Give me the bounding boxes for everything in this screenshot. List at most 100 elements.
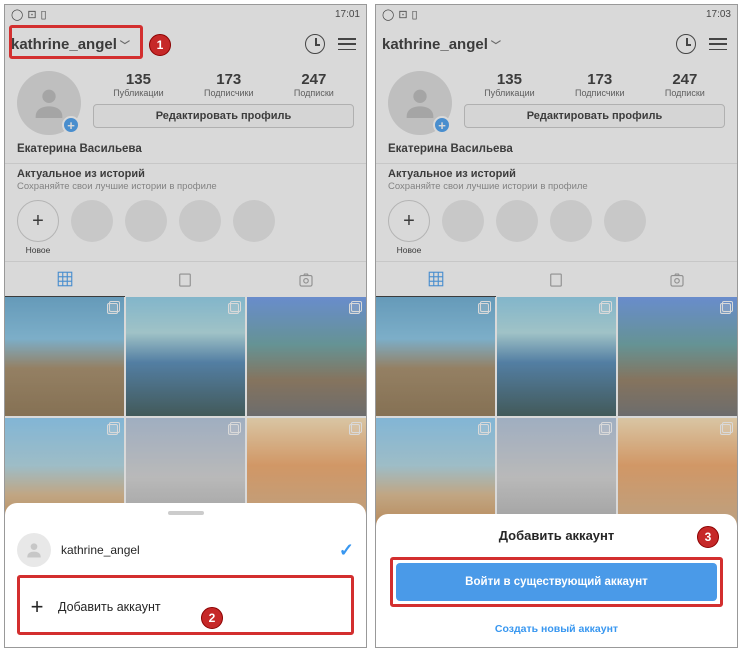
highlight-placeholder: [550, 200, 592, 255]
stat-following[interactable]: 247Подписки: [294, 71, 334, 98]
top-bar: kathrine_angel ﹀: [376, 23, 737, 65]
highlights-title: Актуальное из историй: [388, 168, 725, 180]
clock: 17:01: [335, 9, 360, 20]
person-icon: [400, 83, 440, 123]
plus-icon: +: [388, 200, 430, 242]
post-thumbnail[interactable]: [5, 297, 124, 416]
grid-icon: [56, 270, 74, 288]
top-bar: kathrine_angel ﹀: [5, 23, 366, 65]
carousel-icon: [720, 301, 733, 314]
carousel-icon: [349, 422, 362, 435]
clock: 17:03: [706, 9, 731, 20]
plus-icon: +: [17, 200, 59, 242]
create-account-link[interactable]: Создать новый аккаунт: [388, 623, 725, 635]
feed-icon: [176, 271, 194, 289]
post-thumbnail[interactable]: [497, 297, 616, 416]
tab-grid[interactable]: [5, 262, 125, 297]
carousel-icon: [599, 422, 612, 435]
sheet-handle[interactable]: [168, 511, 204, 515]
hamburger-icon: [338, 38, 356, 50]
account-name: kathrine_angel: [61, 543, 329, 557]
highlight-new[interactable]: +Новое: [388, 200, 430, 255]
highlights-title: Актуальное из историй: [17, 168, 354, 180]
tab-tagged[interactable]: [246, 262, 366, 297]
post-thumbnail[interactable]: [618, 297, 737, 416]
callout-badge-3: 3: [697, 526, 719, 548]
history-icon: [676, 34, 696, 54]
hamburger-icon: [709, 38, 727, 50]
callout-badge-1: 1: [149, 34, 171, 56]
highlight-placeholder: [125, 200, 167, 255]
stat-followers[interactable]: 173Подписчики: [204, 71, 254, 98]
account-row[interactable]: kathrine_angel ✓: [17, 525, 354, 575]
post-thumbnail[interactable]: [376, 297, 495, 416]
mark-icon: ▯: [41, 8, 47, 21]
display-name: Екатерина Васильева: [376, 143, 737, 163]
archive-button[interactable]: [673, 31, 699, 57]
add-story-badge[interactable]: +: [433, 116, 451, 134]
menu-button[interactable]: [705, 31, 731, 57]
carousel-icon: [228, 301, 241, 314]
carousel-icon: [349, 301, 362, 314]
tagged-icon: [297, 271, 315, 289]
mark-icon: ▯: [412, 8, 418, 21]
highlight-placeholder: [71, 200, 113, 255]
menu-button[interactable]: [334, 31, 360, 57]
chevron-down-icon: ﹀: [491, 37, 501, 52]
display-name: Екатерина Васильева: [5, 143, 366, 163]
add-account-row[interactable]: + Добавить аккаунт: [24, 584, 347, 630]
tab-tagged[interactable]: [617, 262, 737, 297]
status-bar: ◯⊡▯ 17:03: [376, 5, 737, 23]
highlight-placeholder: [233, 200, 275, 255]
circle-icon: ◯: [382, 8, 394, 21]
username-label: kathrine_angel: [11, 36, 117, 53]
highlight-new[interactable]: +Новое: [17, 200, 59, 255]
edit-profile-button[interactable]: Редактировать профиль: [464, 104, 725, 128]
person-icon: [24, 540, 44, 560]
circle-icon: ◯: [11, 8, 23, 21]
add-account-sheet: 3 Добавить аккаунт Войти в существующий …: [376, 514, 737, 647]
edit-profile-button[interactable]: Редактировать профиль: [93, 104, 354, 128]
account-avatar: [17, 533, 51, 567]
stat-posts[interactable]: 135Публикации: [113, 71, 163, 98]
highlight-placeholder: [442, 200, 484, 255]
username-dropdown[interactable]: kathrine_angel ﹀: [11, 36, 130, 53]
post-thumbnail[interactable]: [126, 297, 245, 416]
tab-grid[interactable]: [376, 262, 496, 297]
sheet-title: Добавить аккаунт: [390, 524, 723, 557]
highlight-placeholder: [179, 200, 221, 255]
username-label: kathrine_angel: [382, 36, 488, 53]
add-story-badge[interactable]: +: [62, 116, 80, 134]
tab-feed[interactable]: [496, 262, 616, 297]
archive-button[interactable]: [302, 31, 328, 57]
highlight-placeholder: [604, 200, 646, 255]
login-existing-button[interactable]: Войти в существующий аккаунт: [396, 563, 717, 601]
phone-right: ◯⊡▯ 17:03 kathrine_angel ﹀ + 135Публикац…: [375, 4, 738, 648]
camera-icon: ⊡: [27, 8, 36, 21]
history-icon: [305, 34, 325, 54]
carousel-icon: [720, 422, 733, 435]
feed-icon: [547, 271, 565, 289]
username-dropdown[interactable]: kathrine_angel ﹀: [382, 36, 501, 53]
chevron-down-icon: ﹀: [120, 37, 130, 52]
profile-avatar[interactable]: +: [388, 71, 452, 135]
plus-icon: +: [26, 594, 48, 620]
grid-icon: [427, 270, 445, 288]
callout-badge-2: 2: [201, 607, 223, 629]
profile-avatar[interactable]: +: [17, 71, 81, 135]
checkmark-icon: ✓: [339, 540, 354, 561]
carousel-icon: [478, 301, 491, 314]
highlights-subtitle: Сохраняйте свои лучшие истории в профиле: [17, 181, 354, 192]
carousel-icon: [599, 301, 612, 314]
tagged-icon: [668, 271, 686, 289]
carousel-icon: [228, 422, 241, 435]
stat-posts[interactable]: 135Публикации: [484, 71, 534, 98]
carousel-icon: [478, 422, 491, 435]
post-thumbnail[interactable]: [247, 297, 366, 416]
stat-followers[interactable]: 173Подписчики: [575, 71, 625, 98]
highlights-subtitle: Сохраняйте свои лучшие истории в профиле: [388, 181, 725, 192]
status-bar: ◯ ⊡ ▯ 17:01: [5, 5, 366, 23]
tab-feed[interactable]: [125, 262, 245, 297]
stat-following[interactable]: 247Подписки: [665, 71, 705, 98]
account-switcher-sheet: kathrine_angel ✓ + Добавить аккаунт: [5, 503, 366, 647]
